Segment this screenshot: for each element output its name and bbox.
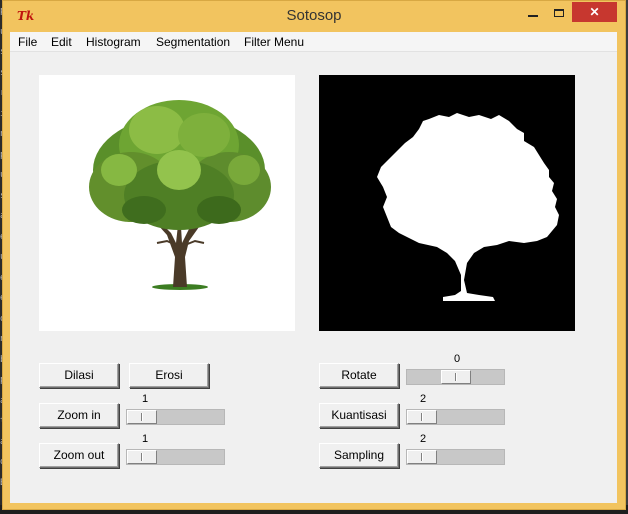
menu-filter[interactable]: Filter Menu: [244, 35, 304, 49]
menu-bar: File Edit Histogram Segmentation Filter …: [10, 32, 617, 52]
processed-image: [319, 75, 575, 331]
minimize-button[interactable]: [520, 2, 546, 22]
minimize-icon: [528, 14, 538, 17]
zoom-in-slider-thumb[interactable]: [127, 410, 157, 424]
sampling-slider-value: 2: [419, 433, 427, 445]
original-image: [39, 75, 295, 331]
rotate-slider-value: 0: [453, 353, 461, 365]
maximize-icon: [554, 8, 564, 17]
zoom-out-slider[interactable]: [126, 449, 225, 465]
kuantisasi-slider-thumb[interactable]: [407, 410, 437, 424]
erosi-button[interactable]: Erosi: [129, 363, 209, 388]
client-area: File Edit Histogram Segmentation Filter …: [10, 32, 617, 503]
zoom-out-slider-value: 1: [141, 433, 149, 445]
segmentation-mask: [377, 113, 559, 301]
zoom-out-button[interactable]: Zoom out: [39, 443, 119, 468]
tree-photo: [89, 100, 271, 290]
rotate-button[interactable]: Rotate: [319, 363, 399, 388]
menu-edit[interactable]: Edit: [51, 35, 72, 49]
kuantisasi-button[interactable]: Kuantisasi: [319, 403, 399, 428]
zoom-in-slider[interactable]: [126, 409, 225, 425]
close-icon: ✕: [589, 5, 600, 19]
zoom-in-button[interactable]: Zoom in: [39, 403, 119, 428]
zoom-out-slider-thumb[interactable]: [127, 450, 157, 464]
title-bar[interactable]: Tk Sotosop ✕: [3, 1, 625, 33]
menu-file[interactable]: File: [18, 35, 37, 49]
rotate-slider-thumb[interactable]: [441, 370, 471, 384]
app-window: Tk Sotosop ✕ File Edit Histogram Segment…: [2, 0, 626, 510]
dilasi-button[interactable]: Dilasi: [39, 363, 119, 388]
close-button[interactable]: ✕: [572, 2, 617, 22]
maximize-button[interactable]: [546, 2, 572, 22]
kuantisasi-slider-value: 2: [419, 393, 427, 405]
sampling-slider-thumb[interactable]: [407, 450, 437, 464]
sampling-slider[interactable]: [406, 449, 505, 465]
sampling-button[interactable]: Sampling: [319, 443, 399, 468]
zoom-in-slider-value: 1: [141, 393, 149, 405]
menu-segmentation[interactable]: Segmentation: [156, 35, 230, 49]
kuantisasi-slider[interactable]: [406, 409, 505, 425]
rotate-slider[interactable]: [406, 369, 505, 385]
menu-histogram[interactable]: Histogram: [86, 35, 141, 49]
